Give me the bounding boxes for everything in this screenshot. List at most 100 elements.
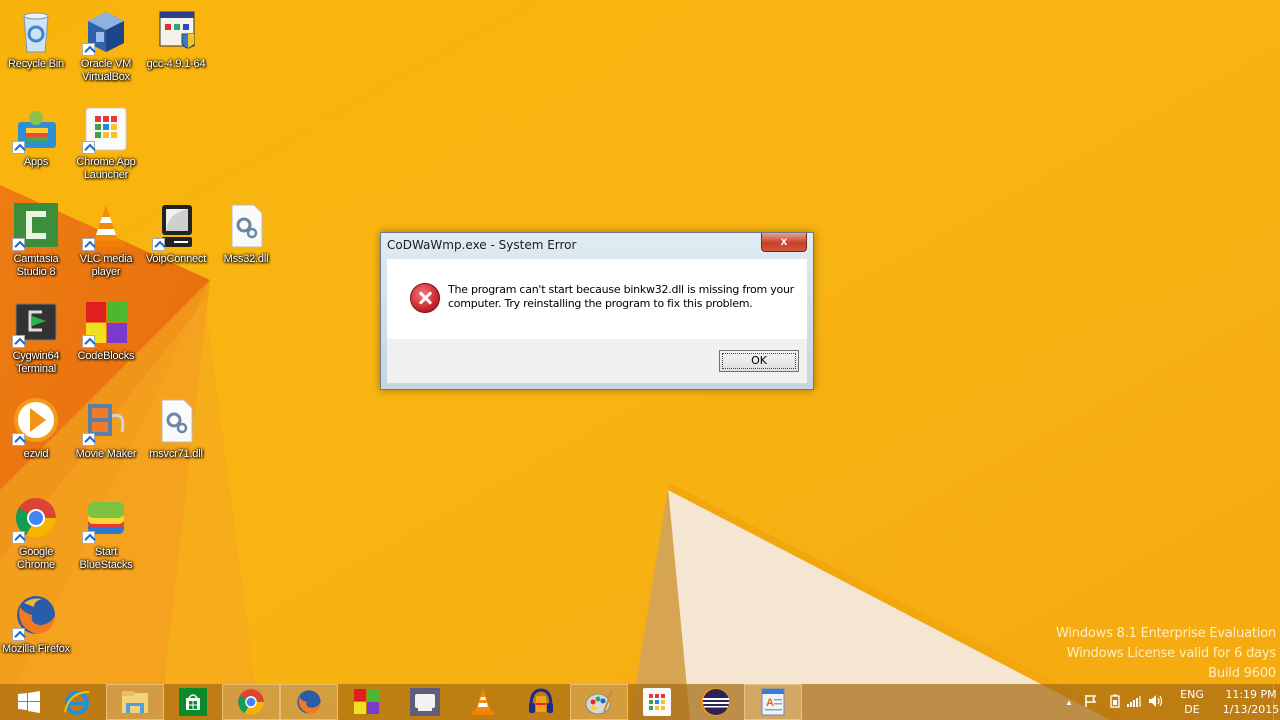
desktop-icon-gcc-installer[interactable]: gcc-4.9.1-64 (140, 8, 212, 71)
watermark-license: Windows License valid for 6 days (1066, 646, 1276, 661)
taskbar-internet-explorer[interactable] (48, 684, 106, 720)
action-center-flag-icon[interactable] (1084, 694, 1098, 711)
desktop-icon-mozilla-firefox[interactable]: Mozilla Firefox (0, 593, 72, 656)
ezvid-play-icon (12, 398, 60, 446)
cygwin-terminal-icon (12, 300, 60, 348)
taskbar: A ▲ ENG DE 11:19 PM 1/13/2015 (0, 684, 1280, 720)
vlc-cone-icon (82, 203, 130, 251)
shortcut-arrow-icon (12, 433, 25, 446)
desktop-icon-apps[interactable]: Apps (0, 106, 72, 169)
taskbar-paint[interactable] (570, 684, 628, 720)
desktop-icon-label: Mozilla Firefox (2, 643, 70, 655)
desktop-icon-codeblocks[interactable]: CodeBlocks (70, 300, 142, 363)
vlc-icon (472, 689, 494, 715)
windows-evaluation-watermark: Windows 8.1 Enterprise Evaluation Window… (1056, 624, 1276, 684)
audacity-icon (529, 688, 553, 713)
desktop-icon-ezvid[interactable]: ezvid (0, 398, 72, 461)
clock[interactable]: 11:19 PM 1/13/2015 (1220, 687, 1280, 717)
virtualbox-icon (82, 8, 130, 56)
desktop-icon-oracle-vm-virtualbox[interactable]: Oracle VM VirtualBox (70, 8, 142, 84)
dialog-footer: OK (387, 339, 807, 384)
taskbar-wordpad[interactable]: A (744, 684, 802, 720)
desktop-icon-label: Google Chrome (17, 546, 55, 571)
desktop-icon-movie-maker[interactable]: Movie Maker (70, 398, 142, 461)
taskbar-file-explorer[interactable] (106, 684, 164, 720)
taskbar-codeblocks[interactable] (338, 684, 396, 720)
desktop-icon-label: CodeBlocks (77, 350, 135, 362)
codeblocks-icon (82, 300, 130, 348)
desktop-icon-voipconnect[interactable]: VoipConnect (140, 203, 212, 266)
camtasia-icon (12, 203, 60, 251)
eclipse-icon (701, 688, 729, 716)
movie-maker-icon (82, 398, 130, 446)
input-language[interactable]: ENG DE (1178, 687, 1206, 717)
bluestacks-icon (82, 496, 130, 544)
desktop-icon-chrome-app-launcher[interactable]: Chrome App Launcher (70, 106, 142, 182)
shortcut-arrow-icon (12, 531, 25, 544)
file-explorer-icon (122, 691, 148, 713)
desktop-icon-label: Start BlueStacks (79, 546, 133, 571)
desktop-icon-vlc-media-player[interactable]: VLC media player (70, 203, 142, 279)
dialog-title: CoDWaWmp.exe - System Error (387, 238, 577, 252)
app-launcher-icon (82, 106, 130, 154)
watermark-edition: Windows 8.1 Enterprise Evaluation (1056, 626, 1276, 641)
show-hidden-icons-icon[interactable]: ▲ (1062, 698, 1076, 707)
desktop-icon-label: Camtasia Studio 8 (13, 253, 59, 278)
shortcut-arrow-icon (82, 531, 95, 544)
shortcut-arrow-icon (82, 43, 95, 56)
recycle-bin-icon (12, 8, 60, 56)
store-icon (179, 688, 207, 716)
desktop-icon-label: Recycle Bin (8, 58, 64, 70)
installer-shield-icon (152, 8, 200, 56)
desktop-icon-camtasia-studio[interactable]: Camtasia Studio 8 (0, 203, 72, 279)
close-icon: x (780, 234, 788, 248)
battery-icon[interactable] (1110, 694, 1120, 711)
system-error-dialog: CoDWaWmp.exe - System Error x The progra… (380, 232, 814, 390)
clock-date: 1/13/2015 (1222, 703, 1280, 716)
dialog-close-button[interactable]: x (761, 233, 807, 252)
dll-file-icon (222, 203, 270, 251)
desktop-icon-label: Movie Maker (75, 448, 137, 460)
taskbar-vlc[interactable] (454, 684, 512, 720)
firefox-icon (297, 690, 321, 714)
shortcut-arrow-icon (12, 141, 25, 154)
windows-logo-icon (18, 691, 40, 713)
network-signal-icon[interactable] (1126, 694, 1142, 711)
wordpad-icon: A (761, 688, 785, 716)
desktop-icon-msvcr71-dll[interactable]: msvcr71.dll (140, 398, 212, 461)
bluestacks-apps-icon (12, 106, 60, 154)
shortcut-arrow-icon (82, 141, 95, 154)
shortcut-arrow-icon (82, 238, 95, 251)
keyboard-layout: DE (1184, 703, 1200, 716)
desktop-icon-mss32-dll[interactable]: Mss32.dll (210, 203, 282, 266)
taskbar-chrome-app-launcher[interactable] (628, 684, 686, 720)
clock-time: 11:19 PM (1225, 688, 1277, 701)
desktop-icon-recycle-bin[interactable]: Recycle Bin (0, 8, 72, 71)
desktop-icon-label: Mss32.dll (223, 253, 269, 265)
taskbar-audacity[interactable] (512, 684, 570, 720)
desktop-icon-label: VLC media player (79, 253, 133, 278)
taskbar-store[interactable] (164, 684, 222, 720)
system-tray: ▲ ENG DE 11:19 PM 1/13/2015 (1062, 684, 1280, 720)
desktop-icon-cygwin64-terminal[interactable]: Cygwin64 Terminal (0, 300, 72, 376)
show-desktop-button[interactable] (1273, 684, 1280, 720)
desktop-icon-start-bluestacks[interactable]: Start BlueStacks (70, 496, 142, 572)
shortcut-arrow-icon (12, 628, 25, 641)
taskbar-eclipse[interactable] (686, 684, 744, 720)
shortcut-arrow-icon (12, 335, 25, 348)
desktop-icon-label: gcc-4.9.1-64 (146, 58, 206, 70)
taskbar-firefox[interactable] (280, 684, 338, 720)
volume-icon[interactable] (1148, 694, 1164, 711)
error-icon (410, 283, 440, 313)
voipconnect-icon (410, 688, 440, 716)
voipconnect-icon (152, 203, 200, 251)
language-code: ENG (1180, 688, 1204, 701)
taskbar-voipconnect[interactable] (396, 684, 454, 720)
shortcut-arrow-icon (12, 238, 25, 251)
taskbar-chrome[interactable] (222, 684, 280, 720)
shortcut-arrow-icon (82, 433, 95, 446)
desktop-icon-label: msvcr71.dll (149, 448, 203, 460)
dialog-body: The program can't start because binkw32.… (387, 259, 807, 339)
desktop-icon-google-chrome[interactable]: Google Chrome (0, 496, 72, 572)
ok-button[interactable]: OK (719, 350, 799, 372)
